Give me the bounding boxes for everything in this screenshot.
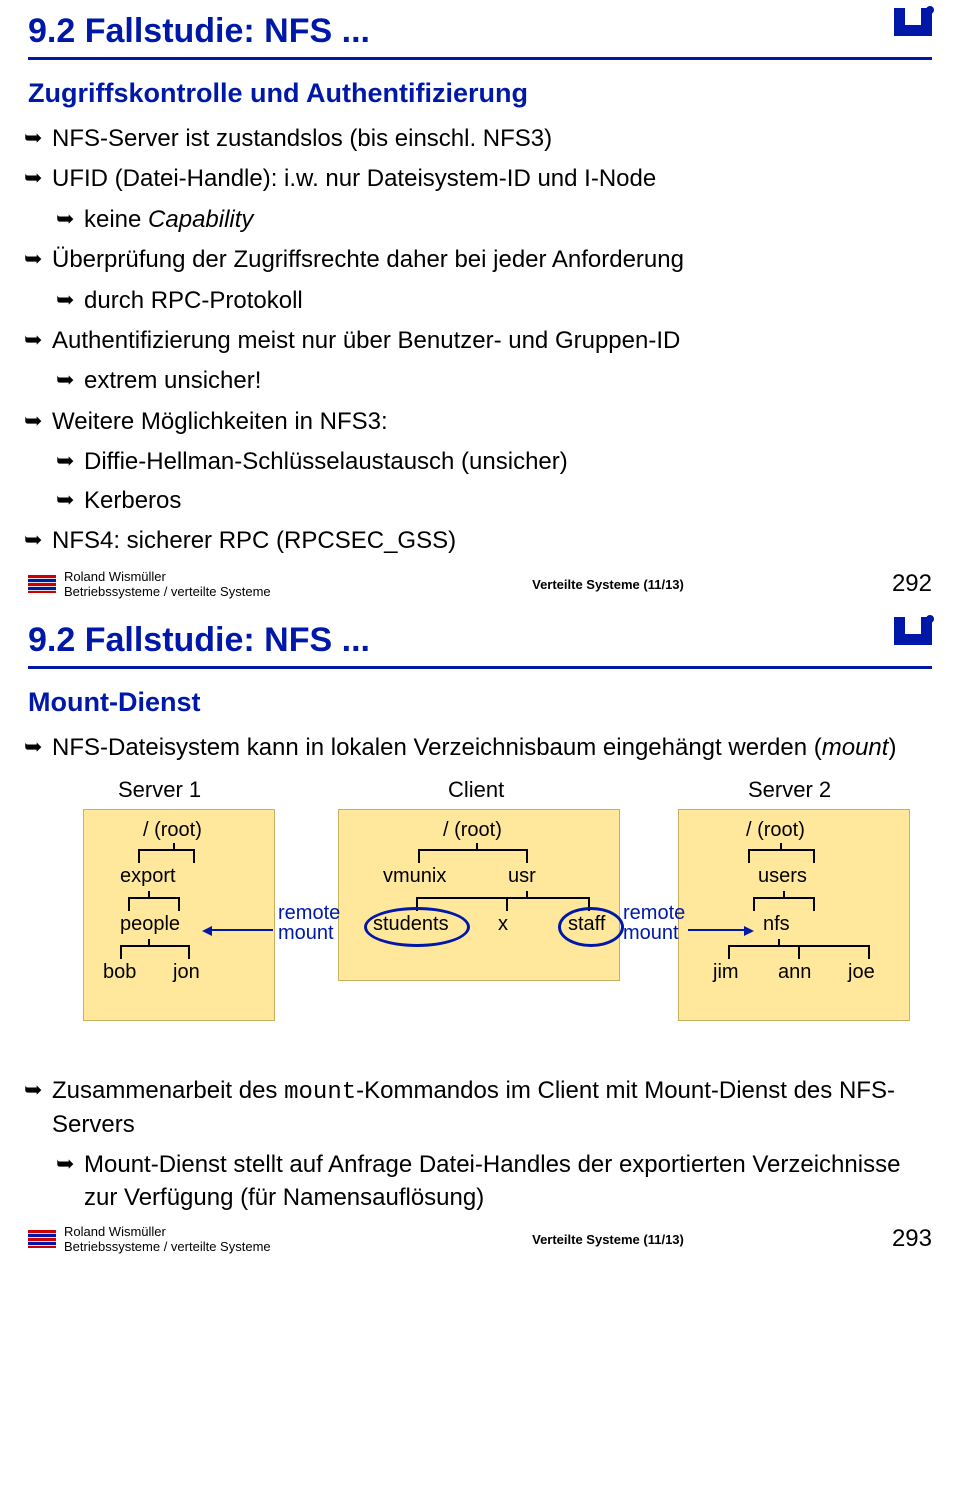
- slide-footer: Roland Wismüller Betriebssysteme / verte…: [0, 1220, 960, 1264]
- footer-dept: Betriebssysteme / verteilte Systeme: [64, 1239, 364, 1254]
- tree-node: vmunix: [383, 865, 446, 888]
- bullet-item: NFS4: sicherer RPC (RPCSEC_GSS): [52, 525, 932, 557]
- university-logo-icon: [894, 617, 932, 653]
- remote-mount-arrow-icon: [688, 929, 748, 931]
- bullet-sub-item: durch RPC-Protokoll: [84, 285, 932, 317]
- tree-node: / (root): [746, 819, 805, 842]
- page-number: 292: [852, 570, 932, 598]
- slide-292: 9.2 Fallstudie: NFS ... Zugriffskontroll…: [0, 0, 960, 557]
- slide-title: 9.2 Fallstudie: NFS ...: [28, 12, 932, 60]
- tree-node: usr: [508, 865, 536, 888]
- bullet-sub-item: keine Capability: [84, 204, 932, 236]
- footer-author: Roland Wismüller: [64, 569, 364, 584]
- bullet-item: Weitere Möglichkeiten in NFS3:: [52, 406, 932, 438]
- diagram-label-server2: Server 2: [748, 777, 831, 803]
- bullet-item: Zusammenarbeit des mount-Kommandos im Cl…: [52, 1075, 932, 1142]
- footer-logo-icon: [28, 575, 56, 593]
- slide-293: 9.2 Fallstudie: NFS ... Mount-Dienst NFS…: [0, 609, 960, 1214]
- tree-node: / (root): [143, 819, 202, 842]
- bullet-list: NFS-Dateisystem kann in lokalen Verzeich…: [28, 732, 932, 764]
- slide-title: 9.2 Fallstudie: NFS ...: [28, 621, 932, 669]
- tree-node: export: [120, 865, 176, 888]
- footer-author: Roland Wismüller: [64, 1224, 364, 1239]
- university-logo-icon: [894, 8, 932, 44]
- diagram-label-client: Client: [448, 777, 504, 803]
- tree-node: users: [758, 865, 807, 888]
- page-number: 293: [852, 1225, 932, 1253]
- tree-node: jim: [713, 961, 739, 984]
- bullet-item: NFS-Server ist zustandslos (bis einschl.…: [52, 123, 932, 155]
- slide-subtitle: Mount-Dienst: [28, 687, 932, 718]
- bullet-item: UFID (Datei-Handle): i.w. nur Dateisyste…: [52, 163, 932, 195]
- tree-node: nfs: [763, 913, 790, 936]
- tree-node: ann: [778, 961, 811, 984]
- footer-logo-icon: [28, 1230, 56, 1248]
- bullet-sub-item: extrem unsicher!: [84, 365, 932, 397]
- bullet-list: Zusammenarbeit des mount-Kommandos im Cl…: [28, 1075, 932, 1215]
- tree-node: x: [498, 913, 508, 936]
- footer-lecture: Verteilte Systeme (11/13): [364, 1232, 852, 1247]
- diagram-label-server1: Server 1: [118, 777, 201, 803]
- footer-dept: Betriebssysteme / verteilte Systeme: [64, 584, 364, 599]
- mount-diagram: Server 1 Client Server 2 / (root) export…: [28, 777, 932, 1057]
- tree-node: bob: [103, 961, 136, 984]
- bullet-sub-item: Kerberos: [84, 485, 932, 517]
- remote-mount-label: remote mount: [623, 903, 685, 943]
- tree-node: jon: [173, 961, 200, 984]
- bullet-item: Überprüfung der Zugriffsrechte daher bei…: [52, 244, 932, 276]
- footer-lecture: Verteilte Systeme (11/13): [364, 577, 852, 592]
- bullet-sub-item: Diffie-Hellman-Schlüsselaustausch (unsic…: [84, 446, 932, 478]
- mount-point-circle-icon: [364, 907, 470, 947]
- tree-node: / (root): [443, 819, 502, 842]
- slide-subtitle: Zugriffskontrolle und Authentifizierung: [28, 78, 932, 109]
- remote-mount-arrow-icon: [208, 929, 273, 931]
- bullet-item: NFS-Dateisystem kann in lokalen Verzeich…: [52, 732, 932, 764]
- tree-node: joe: [848, 961, 875, 984]
- bullet-sub-item: Mount-Dienst stellt auf Anfrage Datei-Ha…: [84, 1149, 932, 1214]
- slide-footer: Roland Wismüller Betriebssysteme / verte…: [0, 565, 960, 609]
- remote-mount-label: remote mount: [278, 903, 340, 943]
- bullet-list: NFS-Server ist zustandslos (bis einschl.…: [28, 123, 932, 557]
- mount-point-circle-icon: [558, 907, 624, 947]
- bullet-item: Authentifizierung meist nur über Benutze…: [52, 325, 932, 357]
- tree-node: people: [120, 913, 180, 936]
